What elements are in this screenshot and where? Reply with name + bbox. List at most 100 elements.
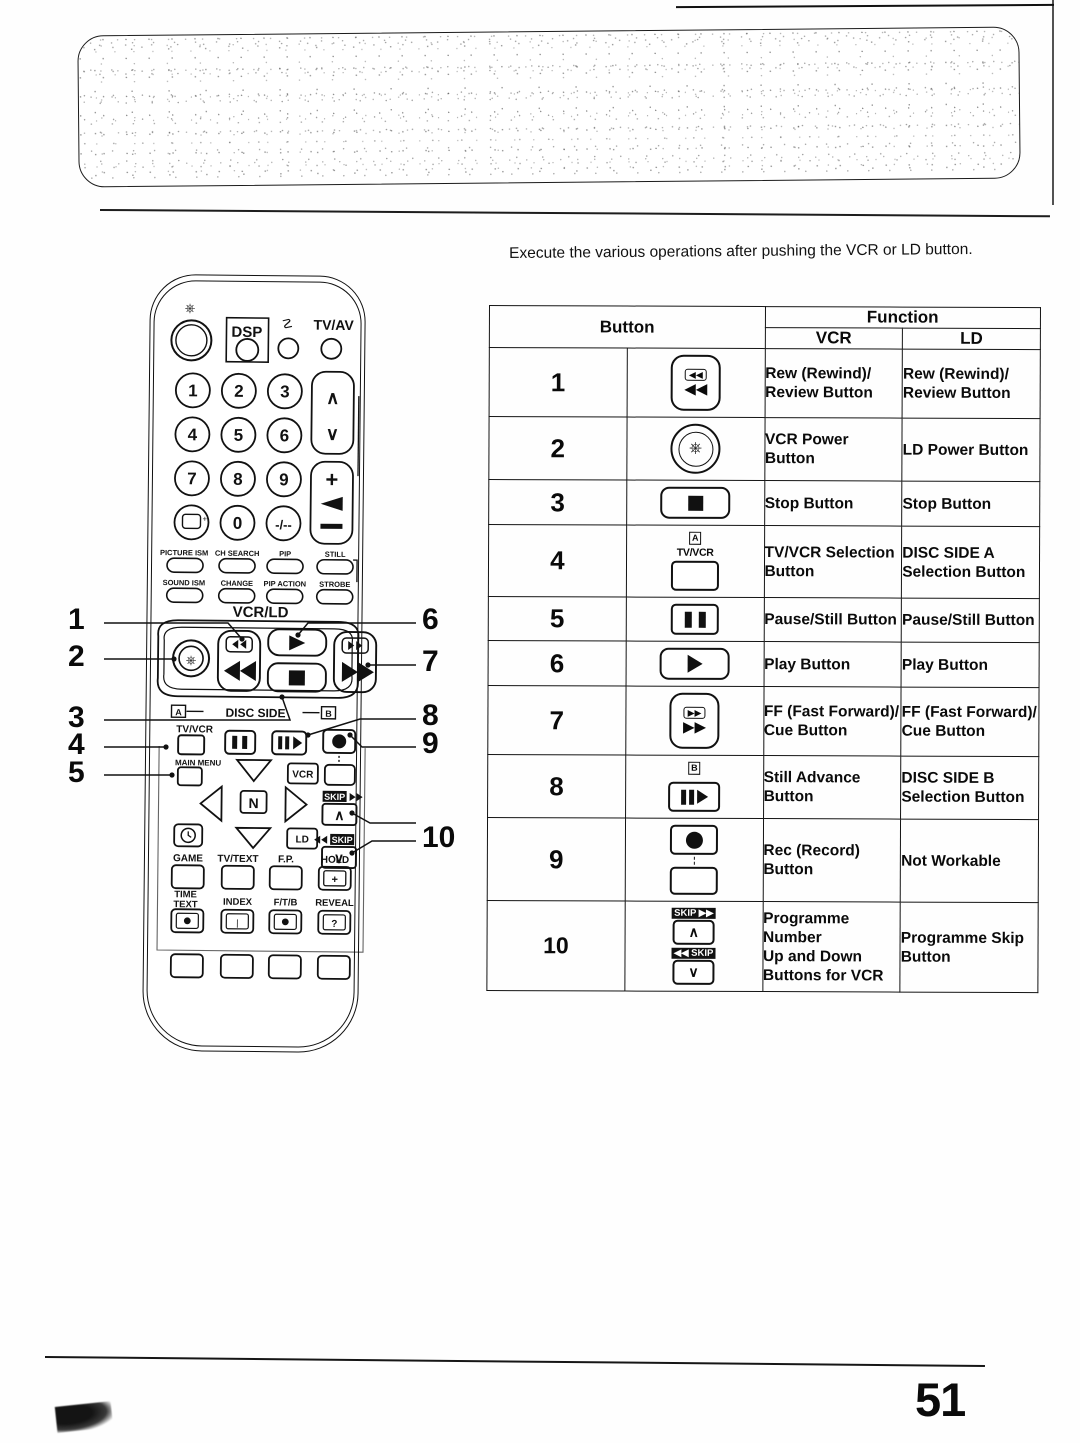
callout-5: 5 <box>68 756 85 789</box>
row-number: 3 <box>488 479 627 526</box>
rewind-review-button-icon: ◀◀ ◀◀ <box>627 349 764 418</box>
row-icon-cell: ⎈ <box>626 417 765 481</box>
still-triangle-icon <box>696 789 708 804</box>
svg-text:4: 4 <box>188 425 198 444</box>
svg-text:HOLD: HOLD <box>321 855 349 866</box>
svg-text:B: B <box>325 709 332 719</box>
table-row: 1 ◀◀ ◀◀ Rew (Rewind)/ Review Button Rew … <box>489 347 1041 419</box>
record-connector-line <box>693 856 695 865</box>
header-vcr: VCR <box>764 327 903 350</box>
svg-text:-/--: -/-- <box>275 517 292 532</box>
svg-text:SKIP: SKIP <box>332 835 353 845</box>
row-number: 6 <box>488 640 626 687</box>
svg-text:DISC SIDE: DISC SIDE <box>225 706 285 721</box>
svg-text:5: 5 <box>234 426 244 445</box>
svg-text:REVEAL: REVEAL <box>315 898 354 909</box>
svg-text:N: N <box>248 795 258 811</box>
svg-text:STILL: STILL <box>325 550 346 559</box>
power-ring-inner: ⎈ <box>678 431 714 467</box>
svg-text:☡: ☡ <box>281 316 293 331</box>
svg-text:SKIP: SKIP <box>324 792 345 802</box>
disc-side-b-label: B <box>688 761 701 775</box>
svg-text:CHANGE: CHANGE <box>221 579 254 588</box>
still-advance-key <box>668 781 721 812</box>
still-bar-left-icon <box>680 789 686 805</box>
callout-10: 10 <box>422 821 456 854</box>
disc-side-a-label: A <box>688 531 702 545</box>
tv-vcr-selection-button-icon: A TV/VCR <box>627 526 764 598</box>
table-row: 7 ▶▶ ▶▶ FF (Fast Forward)/ Cue Button FF… <box>487 685 1040 757</box>
svg-text:|: | <box>236 918 238 928</box>
svg-text:TV/TEXT: TV/TEXT <box>217 854 258 865</box>
table-row: 5 Pause/Still Button Pause/Still Button <box>488 596 1040 643</box>
row-icon-cell: ▶▶ ▶▶ <box>625 686 764 756</box>
skip-down-key: ∨ <box>672 959 715 985</box>
scan-top-rule <box>675 3 1055 9</box>
row-number: 8 <box>487 754 626 819</box>
remote-illustration: ⎈ DSP ☡ TV/AV 1 2 3 4 5 6 7 8 9 0 -/-- +… <box>60 265 460 1065</box>
svg-text:6: 6 <box>280 426 290 445</box>
svg-text:VCR: VCR <box>292 769 314 780</box>
tv-vcr-key <box>671 560 720 591</box>
svg-text:GAME: GAME <box>173 853 203 864</box>
fast-forward-cue-button-icon: ▶▶ ▶▶ <box>626 687 763 756</box>
row-ld-function: Programme Skip Button <box>900 902 1039 993</box>
record-second-key <box>669 866 718 895</box>
scan-edge-artifact <box>1052 0 1054 205</box>
row-ld-function: DISC SIDE B Selection Button <box>900 756 1039 820</box>
table-row: 4 A TV/VCR TV/VCR Selection Button DISC … <box>488 524 1040 599</box>
table-row: 10 SKIP ▶▶ ∧ ◀◀ SKIP ∨ Programme Number … <box>486 900 1039 993</box>
row-number: 10 <box>486 900 625 992</box>
svg-text:+: + <box>325 467 338 492</box>
svg-text:7: 7 <box>187 469 197 488</box>
row-vcr-function: Stop Button <box>764 480 903 527</box>
table-row: 9 Rec (Record) Button Not Workable <box>487 817 1039 903</box>
svg-text:?: ? <box>331 919 337 930</box>
header-divider-rule <box>99 209 1050 218</box>
svg-text:VCR/LD: VCR/LD <box>233 604 289 622</box>
row-icon-cell <box>626 480 765 526</box>
row-vcr-function: TV/VCR Selection Button <box>763 525 902 599</box>
row-number: 5 <box>488 596 627 642</box>
svg-text:∨: ∨ <box>326 424 339 444</box>
svg-text:F/T/B: F/T/B <box>274 897 298 908</box>
row-vcr-function: Play Button <box>763 641 902 688</box>
row-vcr-function: Rew (Rewind)/ Review Button <box>764 348 903 419</box>
play-triangle-icon <box>687 654 703 673</box>
table-row: 3 Stop Button Stop Button <box>488 479 1040 527</box>
row-number: 9 <box>487 817 626 902</box>
pause-key <box>670 603 719 635</box>
row-vcr-function: Programme Number Up and Down Buttons for… <box>762 901 901 993</box>
row-ld-function: Not Workable <box>900 819 1039 903</box>
svg-text:1: 1 <box>188 381 198 400</box>
manual-page: ⎈ DSP ☡ TV/AV 1 2 3 4 5 6 7 8 9 0 -/-- +… <box>0 0 1080 1443</box>
row-ld-function: Pause/Still Button <box>901 598 1040 643</box>
svg-text:TV/AV: TV/AV <box>313 317 354 333</box>
row-icon-cell: ◀◀ ◀◀ <box>626 348 765 418</box>
pause-bar-left-icon <box>684 611 692 628</box>
callout-2: 2 <box>68 640 85 673</box>
table-row: 2 ⎈ VCR Power Button LD Power Button <box>488 416 1041 482</box>
power-button-icon: ⎈ <box>627 418 764 481</box>
rewind-arrow-icon: ◀◀ <box>684 380 708 398</box>
svg-text:⎈: ⎈ <box>185 300 196 315</box>
svg-text:A: A <box>175 707 182 717</box>
row-number: 4 <box>488 524 627 598</box>
svg-text:PICTURE ISM: PICTURE ISM <box>160 548 208 558</box>
still-bar-right-icon <box>688 789 694 805</box>
row-ld-function: DISC SIDE A Selection Button <box>901 526 1040 599</box>
intro-paragraph: Execute the various operations after pus… <box>509 240 973 262</box>
svg-text:INDEX: INDEX <box>223 897 253 908</box>
table-row: 8 B Still Advance Button DISC SIDE B Sel… <box>487 754 1039 820</box>
play-key <box>659 647 730 680</box>
row-icon-cell: SKIP ▶▶ ∧ ◀◀ SKIP ∨ <box>624 901 763 992</box>
record-button-icon <box>625 819 762 902</box>
header-ld: LD <box>902 328 1041 350</box>
still-advance-button-icon: B <box>626 756 763 819</box>
svg-text:+: + <box>331 874 338 886</box>
scan-corner-smudge <box>54 1401 114 1433</box>
record-dot-icon <box>685 831 703 849</box>
svg-text:MAIN MENU: MAIN MENU <box>175 758 222 767</box>
header-button: Button <box>489 305 765 349</box>
table-header-row-1: Button Function <box>489 305 1041 349</box>
